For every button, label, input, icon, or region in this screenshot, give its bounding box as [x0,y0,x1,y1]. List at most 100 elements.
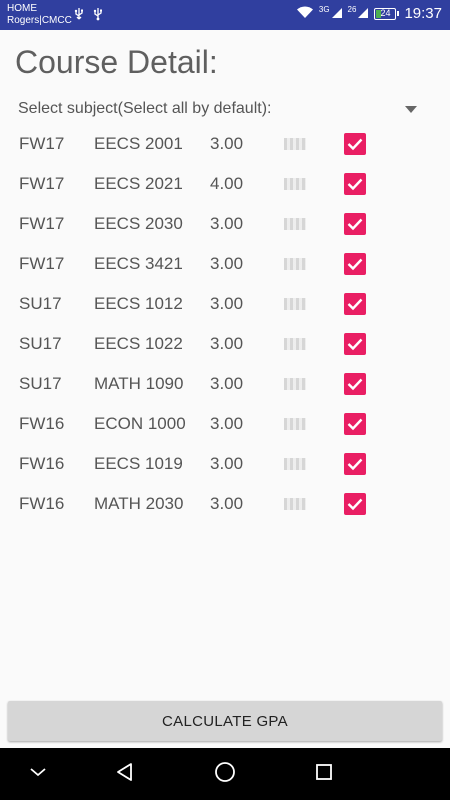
course-credits: 3.00 [210,454,244,473]
course-credits: 3.00 [210,254,244,273]
course-grade-blurred [284,178,306,190]
course-code: EECS 2001 [94,134,183,153]
check-icon [347,338,363,351]
carrier-line-1: HOME [7,3,37,14]
course-select-checkbox[interactable] [344,493,366,515]
course-credits: 3.00 [210,494,244,513]
course-row: FW17 EECS 2001 3.00 [0,124,450,164]
status-time: 19:37 [404,5,442,22]
back-icon [115,762,135,787]
battery-level: 24 [380,7,391,18]
chevron-down-icon [29,765,47,783]
nav-collapse-button[interactable] [8,748,68,800]
course-credits: 3.00 [210,294,244,313]
network-3g-label: 3G [318,5,330,14]
course-row: SU17 EECS 1022 3.00 [0,324,450,364]
signal-icon-2 [357,6,369,22]
subject-dropdown-label: Select subject(Select all by default): [18,100,272,117]
subject-dropdown[interactable]: Select subject(Select all by default): [18,96,423,122]
course-term: SU17 [19,374,62,393]
carrier-line-2: Rogers|CMCC [7,15,72,26]
course-code: EECS 1022 [94,334,183,353]
check-icon [347,458,363,471]
course-grade-blurred [284,258,306,270]
course-select-checkbox[interactable] [344,133,366,155]
course-select-checkbox[interactable] [344,453,366,475]
check-icon [347,298,363,311]
course-term: FW17 [19,254,65,273]
course-credits: 3.00 [210,334,244,353]
course-row: FW17 EECS 2021 4.00 [0,164,450,204]
course-credits: 3.00 [210,214,244,233]
course-credits: 4.00 [210,174,244,193]
course-select-checkbox[interactable] [344,293,366,315]
course-term: FW17 [19,134,65,153]
course-term: FW16 [19,414,65,433]
course-select-checkbox[interactable] [344,413,366,435]
check-icon [347,498,363,511]
course-credits: 3.00 [210,414,244,433]
dropdown-arrow-icon [405,105,417,113]
course-row: FW16 ECON 1000 3.00 [0,404,450,444]
course-code: EECS 3421 [94,254,183,273]
course-grade-blurred [284,298,306,310]
usb-icon [73,7,85,24]
course-term: FW16 [19,454,65,473]
course-code: EECS 1012 [94,294,183,313]
page-title: Course Detail: [15,44,218,80]
wifi-icon [296,5,314,22]
calculate-gpa-button[interactable]: CALCULATE GPA [8,701,442,741]
course-credits: 3.00 [210,134,244,153]
course-grade-blurred [284,498,306,510]
course-select-checkbox[interactable] [344,173,366,195]
course-code: EECS 2030 [94,214,183,233]
signal-icon [331,6,343,22]
course-term: SU17 [19,334,62,353]
course-row: SU17 MATH 1090 3.00 [0,364,450,404]
course-code: MATH 1090 [94,374,184,393]
check-icon [347,178,363,191]
course-code: EECS 2021 [94,174,183,193]
course-grade-blurred [284,218,306,230]
course-grade-blurred [284,458,306,470]
course-term: FW16 [19,494,65,513]
course-select-checkbox[interactable] [344,253,366,275]
nav-back-button[interactable] [95,748,155,800]
nav-home-button[interactable] [195,748,255,800]
course-row: FW16 MATH 2030 3.00 [0,484,450,524]
course-select-checkbox[interactable] [344,213,366,235]
course-row: FW16 EECS 1019 3.00 [0,444,450,484]
check-icon [347,418,363,431]
check-icon [347,218,363,231]
status-icons: 3G 26 24 19:37 [296,5,442,22]
check-icon [347,378,363,391]
usb-debug-icon [92,7,104,24]
recents-icon [315,763,333,786]
course-grade-blurred [284,418,306,430]
network-26-label: 26 [347,5,357,14]
status-bar: HOME Rogers|CMCC 3G 26 24 19:37 [0,0,450,30]
battery-icon: 24 [374,7,400,20]
course-row: FW17 EECS 3421 3.00 [0,244,450,284]
home-icon [214,761,236,788]
course-term: SU17 [19,294,62,313]
nav-recents-button[interactable] [294,748,354,800]
course-term: FW17 [19,174,65,193]
check-icon [347,138,363,151]
course-select-checkbox[interactable] [344,333,366,355]
course-code: MATH 2030 [94,494,184,513]
course-row: FW17 EECS 2030 3.00 [0,204,450,244]
course-grade-blurred [284,378,306,390]
course-credits: 3.00 [210,374,244,393]
course-term: FW17 [19,214,65,233]
course-grade-blurred [284,338,306,350]
course-row: SU17 EECS 1012 3.00 [0,284,450,324]
course-list: FW17 EECS 2001 3.00 FW17 EECS 2021 4.00 FW17 EE… [0,124,450,524]
course-code: EECS 1019 [94,454,183,473]
navigation-bar [0,748,450,800]
course-select-checkbox[interactable] [344,373,366,395]
check-icon [347,258,363,271]
course-code: ECON 1000 [94,414,186,433]
carrier-info: HOME Rogers|CMCC [7,3,72,27]
course-grade-blurred [284,138,306,150]
